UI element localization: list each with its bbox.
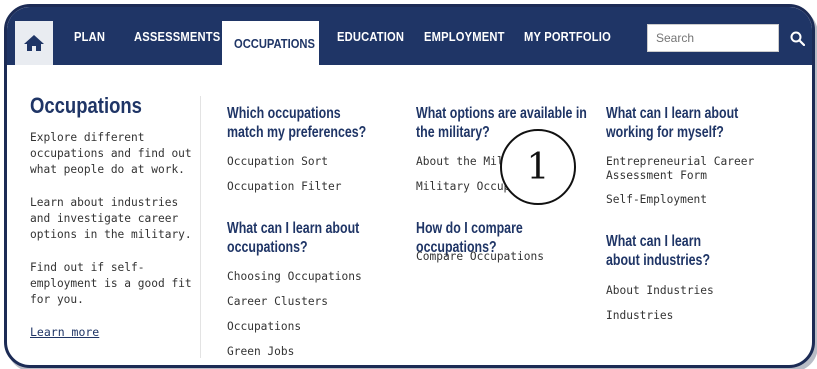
section-heading: What can I learn about industries?	[606, 233, 711, 269]
search-icon	[790, 31, 805, 46]
nav-item-my-portfolio[interactable]: MY PORTFOLIO	[524, 7, 611, 65]
mega-menu-frame: PLAN ASSESSMENTS OCCUPATIONS EDUCATION E…	[4, 4, 815, 368]
top-navigation-bar: PLAN ASSESSMENTS OCCUPATIONS EDUCATION E…	[7, 7, 812, 65]
menu-link-compare-occupations[interactable]: Compare Occupations	[416, 250, 544, 263]
intro-paragraph: Learn about industries and investigate c…	[30, 196, 192, 241]
home-button[interactable]	[15, 21, 53, 65]
menu-link-occupation-filter[interactable]: Occupation Filter	[227, 180, 342, 193]
menu-link-career-clusters[interactable]: Career Clusters	[227, 295, 328, 308]
nav-item-assessments[interactable]: ASSESSMENTS	[134, 7, 220, 65]
menu-link-green-jobs[interactable]: Green Jobs	[227, 345, 294, 358]
callout-number-badge: 1	[500, 129, 576, 205]
section-heading: What can I learn about working for mysel…	[606, 105, 739, 141]
nav-item-plan[interactable]: PLAN	[74, 7, 105, 65]
menu-link-occupations[interactable]: Occupations	[227, 320, 301, 333]
home-icon	[24, 35, 44, 51]
column-divider	[200, 96, 201, 358]
intro-paragraph: Explore different occupations and find o…	[30, 131, 192, 176]
learn-more-link[interactable]: Learn more	[30, 325, 99, 339]
nav-item-occupations[interactable]: OCCUPATIONS	[234, 21, 315, 65]
search-button[interactable]	[782, 24, 812, 52]
menu-link-choosing-occupations[interactable]: Choosing Occupations	[227, 270, 362, 283]
menu-link-self-employment[interactable]: Self-Employment	[606, 193, 707, 206]
section-heading: What can I learn about occupations?	[227, 220, 360, 256]
intro-paragraph: Find out if self-employment is a good fi…	[30, 261, 192, 306]
search-input[interactable]	[647, 24, 779, 52]
nav-item-employment[interactable]: EMPLOYMENT	[424, 7, 505, 65]
section-heading: Which occupations match my preferences?	[227, 105, 367, 141]
menu-link-about-industries[interactable]: About Industries	[606, 284, 714, 297]
menu-link-industries[interactable]: Industries	[606, 309, 673, 322]
menu-link-entrepreneurial-career-assessment-form[interactable]: Entrepreneurial Career Assessment Form	[606, 155, 766, 183]
menu-link-occupation-sort[interactable]: Occupation Sort	[227, 155, 328, 168]
nav-item-education[interactable]: EDUCATION	[337, 7, 404, 65]
page-title: Occupations	[30, 93, 142, 118]
section-heading: What options are available in the milita…	[416, 105, 587, 141]
